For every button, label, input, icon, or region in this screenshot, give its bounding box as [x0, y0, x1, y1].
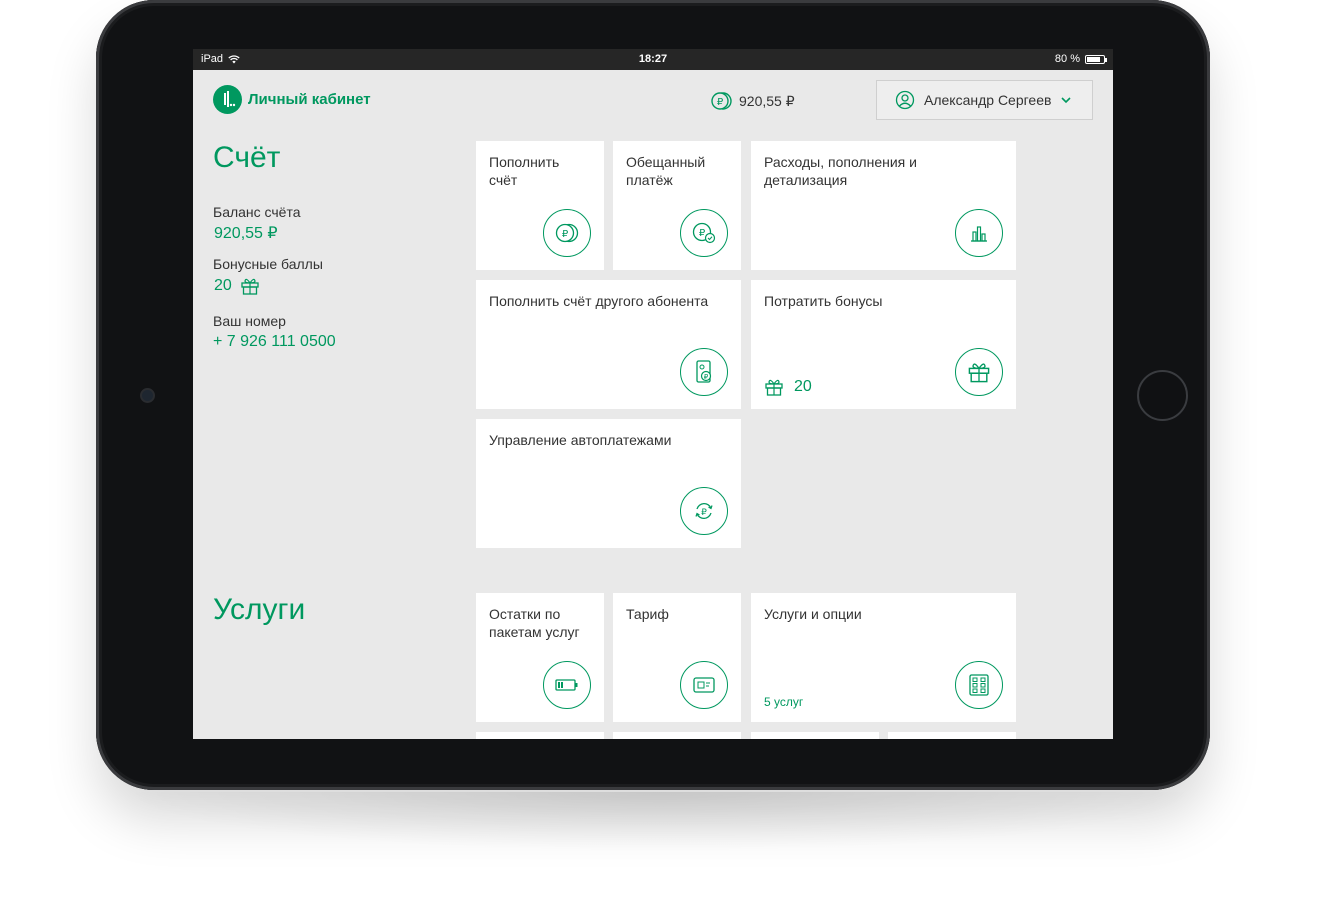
header: Личный кабинет ₽ 920,55 ₽ Александр Серг… — [193, 70, 1113, 132]
battery-icon — [1085, 54, 1107, 64]
battery-percent: 80 % — [1054, 53, 1080, 65]
tile-bonus-value: 20 — [794, 378, 812, 395]
balance-label: Баланс счёта — [213, 204, 301, 220]
app-title: Личный кабинет — [248, 91, 371, 108]
tile-label: Услуги и опции — [764, 606, 862, 622]
bar-chart-icon — [955, 209, 1003, 257]
services-count: 5 услуг — [764, 695, 804, 709]
status-bar: iPad 18:27 80 % — [193, 49, 1113, 70]
number-label: Ваш номер — [213, 313, 286, 329]
tile-services-options[interactable]: Услуги и опции 5 услуг — [751, 593, 1016, 722]
account-section-title: Счёт — [213, 141, 281, 174]
battery-icon — [543, 661, 591, 709]
svg-text:₽: ₽ — [704, 373, 709, 381]
promised-payment-icon: ₽ — [680, 209, 728, 257]
tile-partial[interactable] — [476, 732, 604, 739]
tile-label: Остатки по пакетам услуг — [489, 606, 580, 640]
coin-ruble-icon: ₽ — [543, 209, 591, 257]
home-button[interactable] — [1137, 370, 1188, 421]
megafon-logo-icon — [213, 85, 242, 114]
chevron-down-icon — [1061, 97, 1072, 104]
header-balance-value: 920,55 ₽ — [739, 92, 795, 109]
svg-text:₽: ₽ — [699, 228, 706, 239]
tile-top-up-other[interactable]: Пополнить счёт другого абонента ₽ — [476, 280, 741, 409]
phone-ruble-icon: ₽ — [680, 348, 728, 396]
user-avatar-icon — [895, 90, 915, 110]
tile-partial[interactable] — [888, 732, 1016, 739]
tile-partial[interactable] — [751, 732, 879, 739]
sim-card-icon — [680, 661, 728, 709]
tile-tariff[interactable]: Тариф — [613, 593, 741, 722]
services-section-title: Услуги — [213, 593, 306, 626]
options-grid-icon — [955, 661, 1003, 709]
screen: iPad 18:27 80 % Личный кабинет ₽ 920,55 … — [193, 49, 1113, 739]
tile-autopay[interactable]: Управление автоплатежами ₽ — [476, 419, 741, 548]
tile-partial[interactable] — [613, 732, 741, 739]
svg-text:₽: ₽ — [717, 97, 724, 108]
phone-number-value: + 7 926 111 0500 — [213, 333, 336, 350]
gift-icon — [241, 278, 259, 295]
bonus-label: Бонусные баллы — [213, 256, 323, 272]
tile-label: Управление автоплатежами — [489, 432, 672, 448]
tile-label: Обещанный платёж — [626, 154, 706, 188]
tile-bonus-row: 20 — [764, 378, 812, 396]
tile-expenses[interactable]: Расходы, пополнения и детализация — [751, 141, 1016, 270]
balance-value: 920,55 ₽ — [214, 225, 278, 242]
coin-ruble-icon: ₽ — [711, 92, 732, 110]
camera-icon — [142, 390, 153, 401]
user-name: Александр Сергеев — [924, 92, 1052, 108]
bonus-value: 20 — [214, 277, 232, 294]
header-balance[interactable]: ₽ 920,55 ₽ — [711, 91, 795, 111]
svg-text:₽: ₽ — [562, 229, 569, 240]
tile-label: Тариф — [626, 606, 669, 622]
tile-label: Расходы, пополнения и детализация — [764, 154, 917, 188]
status-time: 18:27 — [638, 53, 668, 65]
tile-label: Пополнить счёт другого абонента — [489, 293, 709, 309]
user-menu-button[interactable]: Александр Сергеев — [876, 80, 1093, 120]
autopay-icon: ₽ — [680, 487, 728, 535]
tile-top-up[interactable]: Пополнить счёт ₽ — [476, 141, 604, 270]
logo[interactable]: Личный кабинет — [213, 85, 371, 114]
gift-icon — [955, 348, 1003, 396]
svg-text:₽: ₽ — [701, 508, 707, 518]
bonus-value-row: 20 — [214, 277, 260, 295]
tile-promised-payment[interactable]: Обещанный платёж ₽ — [613, 141, 741, 270]
gift-icon — [765, 379, 783, 396]
tile-spend-bonuses[interactable]: Потратить бонусы 20 — [751, 280, 1016, 409]
tile-package-balance[interactable]: Остатки по пакетам услуг — [476, 593, 604, 722]
tile-label: Пополнить счёт — [489, 154, 560, 188]
device-reflection — [120, 792, 1200, 852]
tile-label: Потратить бонусы — [764, 293, 883, 309]
